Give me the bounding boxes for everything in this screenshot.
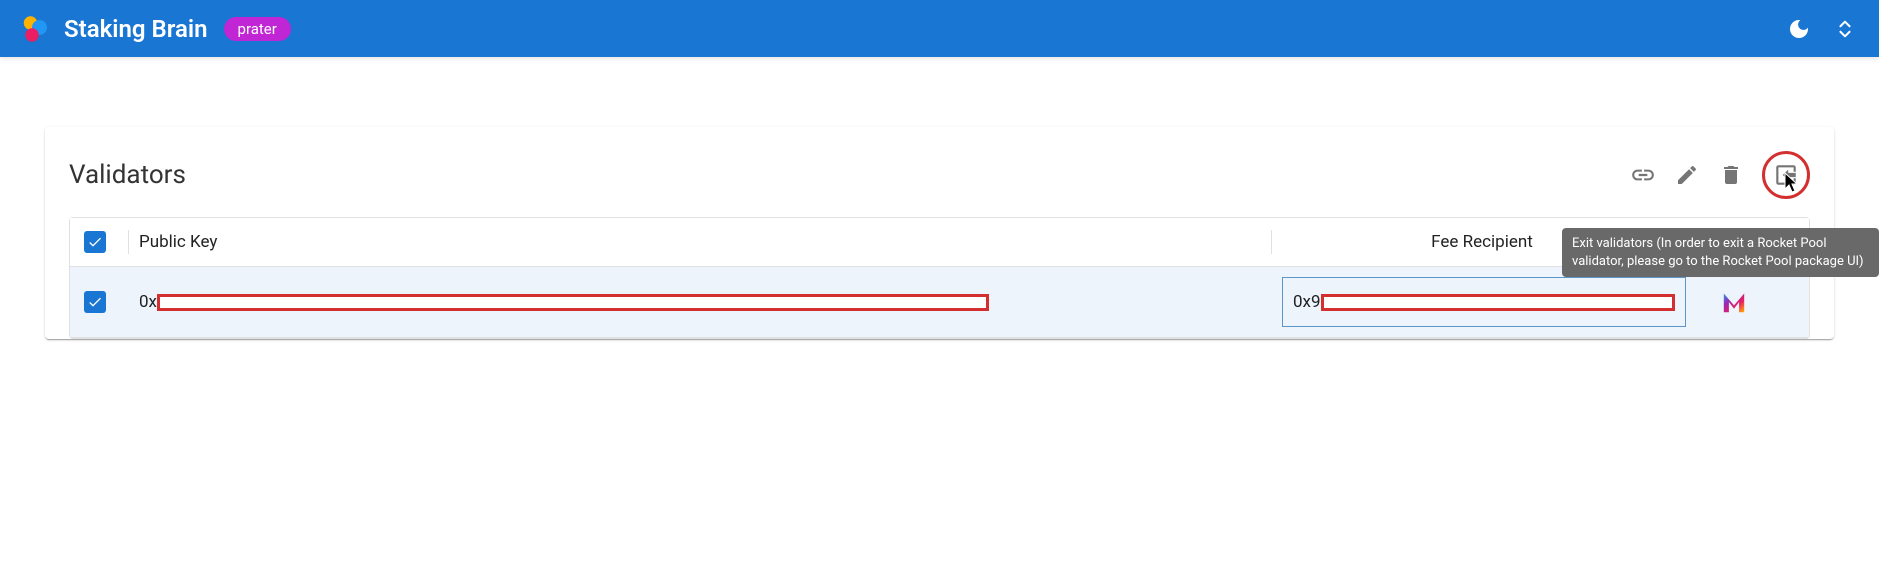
- main-content: Validators: [0, 57, 1879, 339]
- fee-redacted: [1321, 294, 1675, 311]
- edit-icon[interactable]: [1674, 162, 1700, 188]
- card-title: Validators: [69, 160, 1630, 190]
- column-header-pubkey[interactable]: Public Key: [139, 232, 1271, 252]
- table-row[interactable]: 0x 0x9: [70, 267, 1809, 338]
- app-bar: Staking Brain prater: [0, 0, 1879, 57]
- validators-table: Public Key Fee Recipient 0x: [69, 217, 1810, 339]
- header-divider: [1271, 230, 1272, 254]
- pubkey-redacted: [157, 294, 989, 311]
- app-title: Staking Brain: [64, 15, 208, 43]
- select-all-checkbox[interactable]: [84, 231, 106, 253]
- table-header-row: Public Key Fee Recipient: [70, 218, 1809, 267]
- select-all-cell: [84, 231, 128, 253]
- theme-toggle-icon[interactable]: [1785, 15, 1813, 43]
- pubkey-cell: 0x: [139, 292, 1271, 312]
- tag-cell: [1686, 285, 1782, 319]
- fee-prefix: 0x9: [1293, 292, 1321, 312]
- link-icon[interactable]: [1630, 162, 1656, 188]
- delete-icon[interactable]: [1718, 162, 1744, 188]
- app-logo: [20, 14, 50, 44]
- toolbar: [1630, 151, 1810, 199]
- expand-icon[interactable]: [1831, 15, 1859, 43]
- pubkey-prefix: 0x: [139, 292, 157, 312]
- fee-cell[interactable]: 0x9: [1282, 291, 1686, 313]
- tag-logo-icon: [1717, 285, 1751, 319]
- network-chip: prater: [224, 17, 291, 41]
- card-header: Validators: [69, 151, 1810, 199]
- row-checkbox[interactable]: [84, 291, 106, 313]
- exit-icon: [1773, 162, 1799, 188]
- exit-validators-button[interactable]: [1762, 151, 1810, 199]
- column-header-fee-label: Fee Recipient: [1431, 232, 1533, 252]
- column-header-pubkey-label: Public Key: [139, 232, 217, 252]
- row-select-cell: [84, 291, 128, 313]
- header-divider: [128, 230, 129, 254]
- exit-tooltip: Exit validators (In order to exit a Rock…: [1562, 228, 1879, 277]
